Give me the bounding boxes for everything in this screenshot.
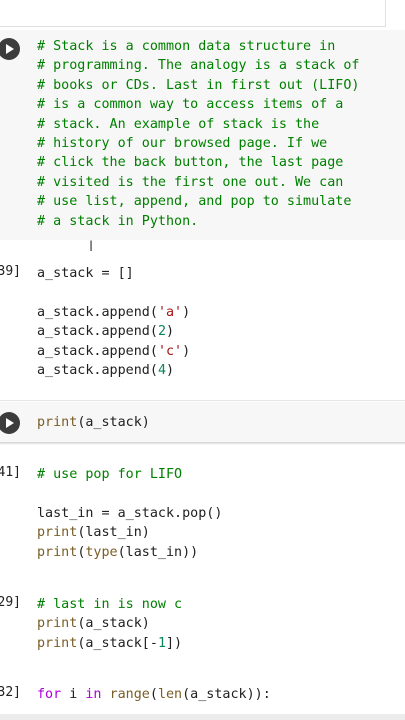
code-cell-pop[interactable]: 41] # use pop for LIFO last_in = a_stack.… <box>0 463 405 567</box>
run-cell-icon[interactable] <box>0 38 20 60</box>
previous-cell-edge <box>0 0 386 27</box>
code-line: print(last_in) <box>37 525 150 541</box>
code-line: # click the back button, the last page <box>37 155 344 171</box>
code-cell-for-loop[interactable]: 32] for i in range(len(a_stack)): <box>0 683 405 713</box>
run-cell-icon[interactable] <box>0 412 20 434</box>
execution-count: 29] <box>0 595 21 610</box>
code-line: a_stack.append('a') <box>37 304 191 320</box>
code-line: print(a_stack) <box>37 415 150 430</box>
execution-count: 39] <box>0 264 21 279</box>
code-line: a_stack.append(4) <box>37 363 175 378</box>
code-line: print(a_stack) <box>37 616 150 632</box>
text-cursor-icon: I <box>89 239 94 255</box>
code-cell-last-in[interactable]: 29] # last in is now c print(a_stack)prin… <box>0 593 405 659</box>
code-line: # Stack is a common data structure in <box>37 39 336 54</box>
code-cell-print-stack[interactable]: print(a_stack) <box>0 402 405 442</box>
code-line: # history of our browsed page. If we <box>37 136 328 151</box>
code-line: a_stack.append(2) <box>37 324 175 340</box>
code-line: # last in is now c <box>37 597 183 612</box>
code-line: print(a_stack[-1]) <box>37 635 183 651</box>
execution-count: 41] <box>0 465 21 480</box>
code-line: # stack. An example of stack is the <box>37 116 320 132</box>
execution-count: 32] <box>0 685 21 700</box>
code-line: # use list, append, and pop to simulate <box>37 194 352 210</box>
code-line: print(type(last_in)) <box>37 544 199 560</box>
code-cell-create-stack[interactable]: 39] a_stack = [] a_stack.append('a') a_sta… <box>0 262 405 388</box>
code-line: # programming. The analogy is a stack of <box>37 58 360 74</box>
cell-divider <box>0 400 405 401</box>
code-line: for i in range(len(a_stack)): <box>37 687 271 702</box>
code-line: # books or CDs. Last in first out (LIFO) <box>37 77 360 93</box>
code-line: last_in = a_stack.pop() <box>37 505 223 521</box>
code-line: a_stack.append('c') <box>37 343 191 359</box>
code-line: # visited is the first one out. We can <box>37 174 344 190</box>
horizontal-scrollbar[interactable] <box>0 714 405 720</box>
cell-shadow <box>0 442 405 445</box>
code-line: # a stack in Python. <box>37 213 199 229</box>
code-cell-stack-comment[interactable]: # Stack is a common data structure in # p… <box>0 30 405 240</box>
code-line: # use pop for LIFO <box>37 467 183 482</box>
code-line: # is a common way to access items of a <box>37 97 344 113</box>
code-line: a_stack = [] <box>37 266 134 281</box>
